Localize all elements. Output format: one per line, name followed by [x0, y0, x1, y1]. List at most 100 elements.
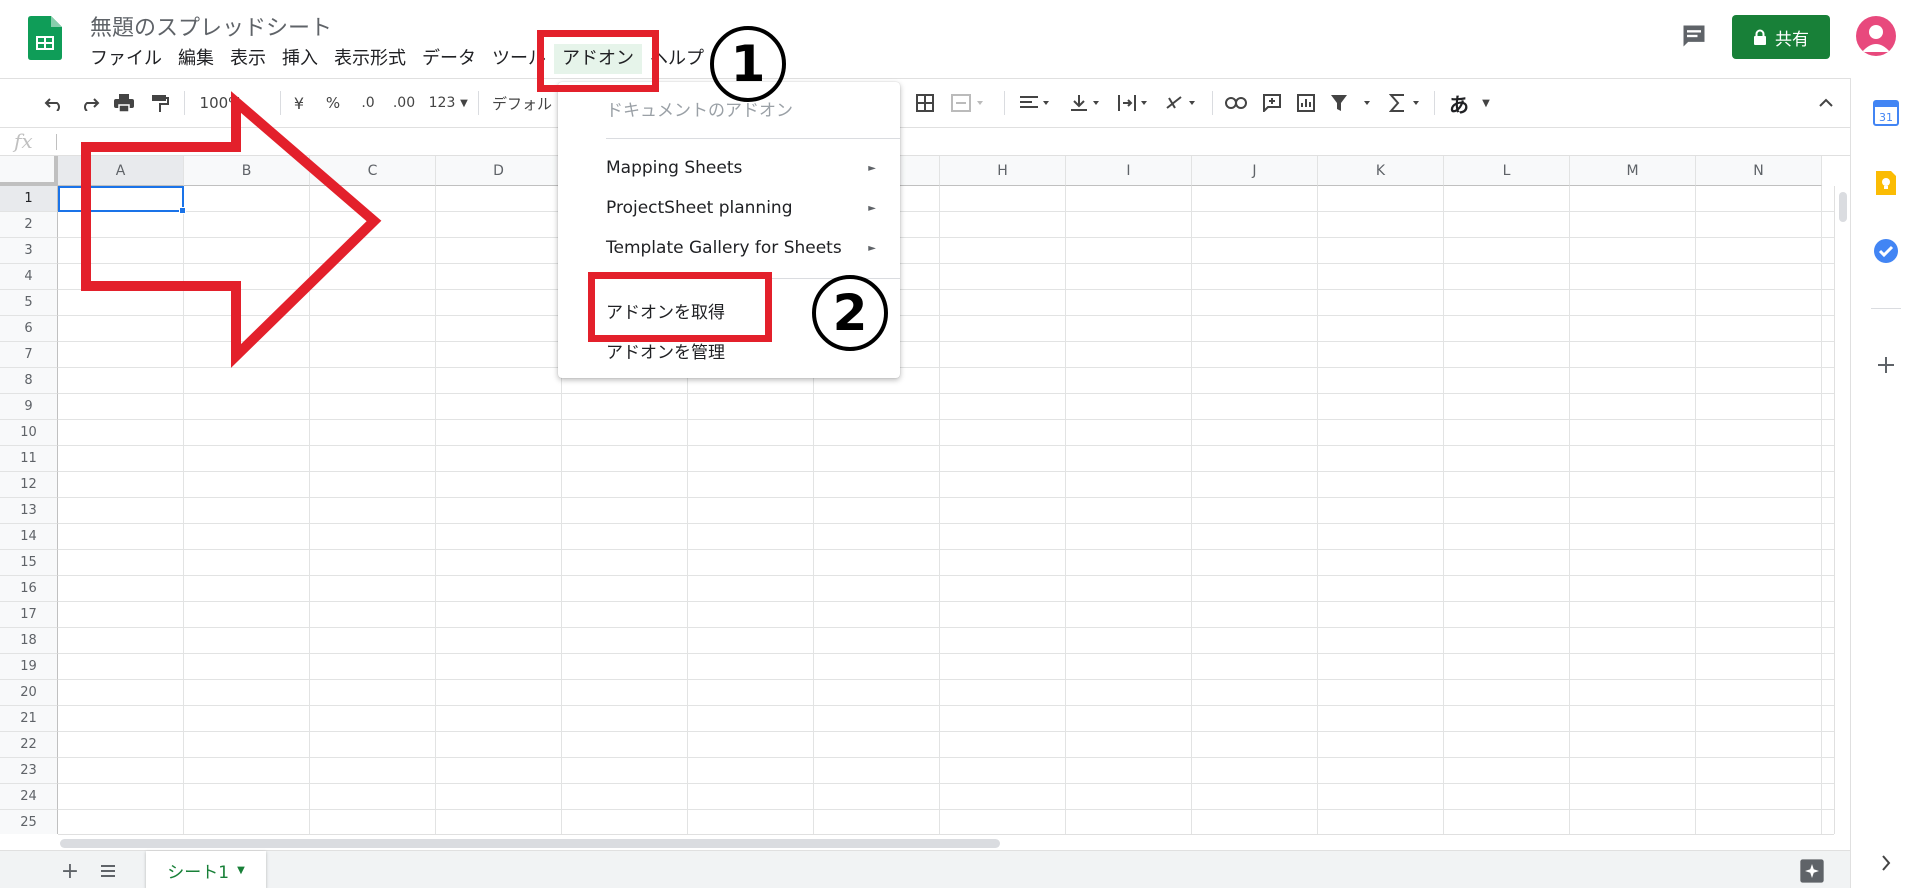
row-header[interactable]: 3 [0, 238, 58, 264]
cell-area[interactable] [58, 186, 1834, 834]
zoom-select[interactable]: 100% [196, 89, 246, 117]
row-header[interactable]: 20 [0, 680, 58, 706]
row-header[interactable]: 17 [0, 602, 58, 628]
vertical-scrollbar[interactable] [1834, 186, 1850, 834]
chevron-right-icon[interactable] [1873, 850, 1899, 876]
account-avatar[interactable] [1856, 16, 1896, 56]
insert-chart-button[interactable] [1292, 89, 1320, 117]
paint-format-button[interactable] [146, 89, 174, 117]
row-header[interactable]: 25 [0, 810, 58, 834]
borders-button[interactable] [912, 89, 938, 117]
horizontal-scroll-thumb[interactable] [60, 839, 1000, 848]
toolbar-separator [1434, 91, 1435, 115]
redo-button[interactable] [76, 89, 104, 117]
column-header[interactable]: A [58, 156, 184, 186]
menu-item-projectsheet-planning[interactable]: ProjectSheet planning ► [606, 198, 876, 218]
row-header[interactable]: 11 [0, 446, 58, 472]
explore-icon[interactable] [1798, 857, 1826, 885]
percent-format-button[interactable]: % [322, 89, 344, 117]
row-header[interactable]: 12 [0, 472, 58, 498]
keep-icon[interactable] [1873, 170, 1899, 196]
share-button[interactable]: 共有 [1732, 15, 1830, 59]
collapse-menus-button[interactable] [1814, 89, 1838, 117]
more-formats-button[interactable]: 123 [424, 89, 460, 117]
calendar-icon[interactable]: 31 [1873, 100, 1899, 126]
print-button[interactable] [110, 89, 138, 117]
all-sheets-button[interactable] [94, 857, 122, 885]
comment-history-icon[interactable] [1680, 22, 1708, 50]
column-header[interactable]: H [940, 156, 1066, 186]
column-header[interactable]: L [1444, 156, 1570, 186]
tasks-icon[interactable] [1873, 238, 1899, 264]
submenu-arrow-icon: ► [868, 202, 876, 214]
insert-link-button[interactable] [1222, 89, 1250, 117]
sheets-logo-icon[interactable] [28, 16, 62, 60]
menu-insert[interactable]: 挿入 [274, 44, 326, 74]
row-header[interactable]: 23 [0, 758, 58, 784]
menu-format[interactable]: 表示形式 [326, 44, 414, 74]
text-wrapping-button[interactable] [1114, 89, 1154, 117]
add-sheet-button[interactable]: + [56, 857, 84, 885]
row-header[interactable]: 4 [0, 264, 58, 290]
add-icon[interactable] [1873, 352, 1899, 378]
column-header[interactable]: D [436, 156, 562, 186]
row-header[interactable]: 22 [0, 732, 58, 758]
selected-cell-a1[interactable] [58, 186, 184, 212]
row-header[interactable]: 8 [0, 368, 58, 394]
column-header[interactable]: N [1696, 156, 1822, 186]
document-title[interactable]: 無題のスプレッドシート [90, 10, 332, 42]
row-header[interactable]: 2 [0, 212, 58, 238]
input-tools-button[interactable]: あ [1446, 89, 1472, 117]
row-header[interactable]: 6 [0, 316, 58, 342]
vertical-scroll-thumb[interactable] [1839, 192, 1847, 222]
row-header[interactable]: 16 [0, 576, 58, 602]
column-header[interactable]: K [1318, 156, 1444, 186]
menu-edit[interactable]: 編集 [170, 44, 222, 74]
toolbar-separator [280, 91, 281, 115]
chevron-down-icon[interactable]: ▼ [237, 865, 245, 876]
functions-button[interactable] [1386, 89, 1426, 117]
menu-item-mapping-sheets[interactable]: Mapping Sheets ► [606, 158, 876, 178]
font-family-select[interactable]: デフォル [492, 89, 562, 117]
sheet-tab[interactable]: シート1 ▼ [146, 851, 266, 888]
row-header[interactable]: 14 [0, 524, 58, 550]
row-header[interactable]: 15 [0, 550, 58, 576]
filter-button[interactable] [1328, 89, 1376, 117]
decrease-decimal-button[interactable]: .0 [354, 89, 382, 117]
merge-cells-button[interactable] [948, 89, 988, 117]
row-header[interactable]: 19 [0, 654, 58, 680]
row-header[interactable]: 24 [0, 784, 58, 810]
menu-file[interactable]: ファイル [82, 44, 170, 74]
row-header[interactable]: 13 [0, 498, 58, 524]
increase-decimal-button[interactable]: .00 [388, 89, 420, 117]
currency-format-button[interactable]: ¥ [288, 89, 310, 117]
row-header[interactable]: 5 [0, 290, 58, 316]
spreadsheet-grid[interactable]: A B C D E F G H I J K L M N 1 2 3 4 5 6 … [0, 156, 1850, 834]
insert-comment-button[interactable] [1258, 89, 1286, 117]
menu-view[interactable]: 表示 [222, 44, 274, 74]
row-header[interactable]: 9 [0, 394, 58, 420]
text-rotation-button[interactable] [1162, 89, 1202, 117]
input-tools-chevron-icon[interactable]: ▼ [1478, 89, 1494, 117]
select-all-corner[interactable] [0, 156, 58, 186]
row-header[interactable]: 10 [0, 420, 58, 446]
fill-handle[interactable] [179, 207, 186, 214]
vertical-align-button[interactable] [1066, 89, 1106, 117]
more-formats-chevron-icon[interactable]: ▼ [458, 89, 470, 117]
row-header[interactable]: 21 [0, 706, 58, 732]
row-header[interactable]: 18 [0, 628, 58, 654]
menu-item-template-gallery[interactable]: Template Gallery for Sheets ► [606, 238, 876, 258]
column-header[interactable]: I [1066, 156, 1192, 186]
app-header: 無題のスプレッドシート ファイル 編集 表示 挿入 表示形式 データ ツール ア… [0, 0, 1920, 78]
row-header[interactable]: 1 [0, 186, 58, 212]
column-header[interactable]: C [310, 156, 436, 186]
menu-data[interactable]: データ [414, 44, 484, 74]
column-header[interactable]: M [1570, 156, 1696, 186]
column-header[interactable]: J [1192, 156, 1318, 186]
horizontal-align-button[interactable] [1016, 89, 1056, 117]
horizontal-scrollbar[interactable] [58, 834, 1834, 850]
sheet-bar: + シート1 ▼ [0, 850, 1850, 888]
column-header[interactable]: B [184, 156, 310, 186]
undo-button[interactable] [40, 89, 68, 117]
row-header[interactable]: 7 [0, 342, 58, 368]
